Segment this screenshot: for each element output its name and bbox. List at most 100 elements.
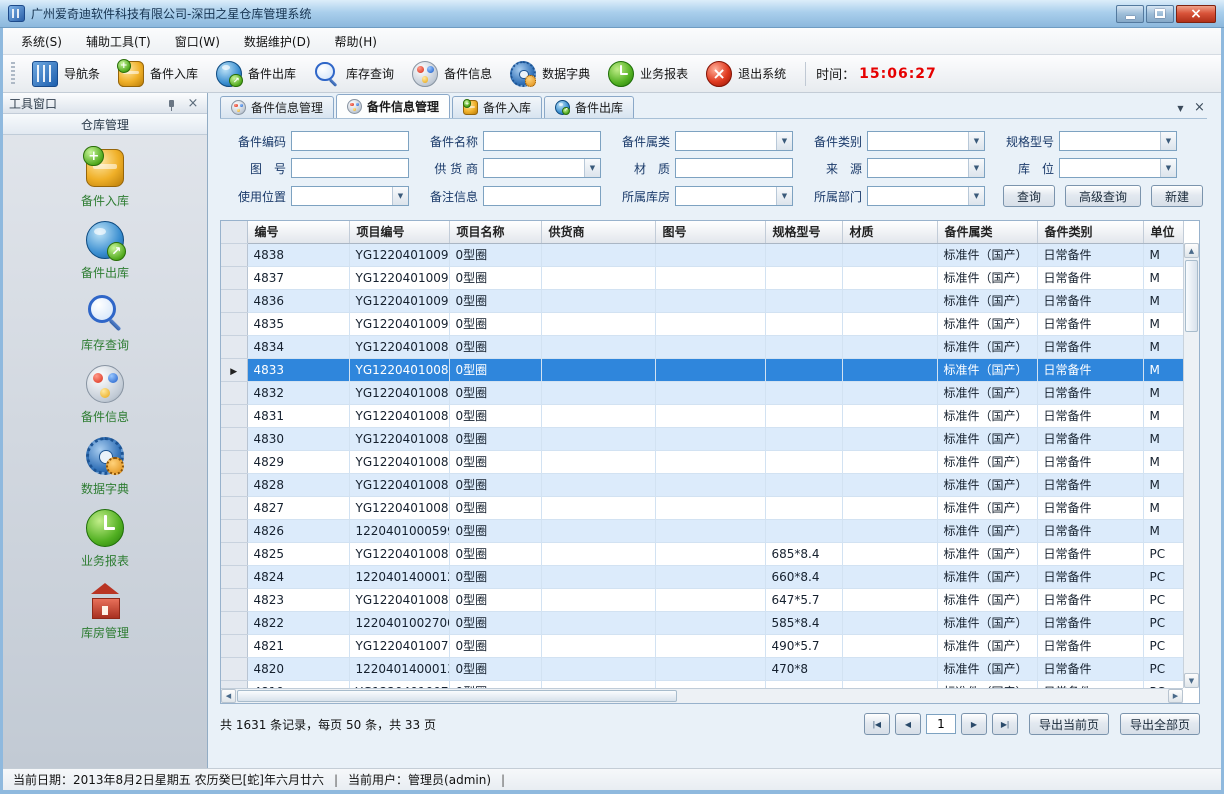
table-row[interactable]: 4819YG122040100780型圈标准件（国产）日常备件PC (221, 680, 1183, 688)
toolbar-parts-info-button[interactable]: 备件信息 (403, 58, 501, 90)
scroll-right-icon[interactable] (1168, 689, 1183, 703)
horizontal-scrollbar[interactable] (221, 688, 1183, 703)
warehouse-icon (86, 581, 124, 619)
table-row[interactable]: 4834YG122040100890型圈标准件（国产）日常备件M (221, 335, 1183, 358)
table-row[interactable]: 482012204014000130型圈470*8标准件（国产）日常备件PC (221, 657, 1183, 680)
minimize-button[interactable] (1116, 5, 1144, 23)
toolbar-navbar-button[interactable]: 导航条 (23, 58, 109, 90)
close-panel-icon[interactable] (185, 96, 201, 111)
supplier-select[interactable] (483, 158, 601, 178)
column-header-3[interactable]: 供货商 (541, 221, 655, 243)
toolbar-inventory-query-button[interactable]: 库存查询 (305, 58, 403, 90)
drawing-no-input[interactable] (291, 158, 409, 178)
column-header-6[interactable]: 材质 (842, 221, 937, 243)
table-row[interactable]: 482412204014000120型圈660*8.4标准件（国产）日常备件PC (221, 565, 1183, 588)
sidebar-item-report[interactable]: 业务报表 (3, 509, 207, 569)
sidebar-item-data-dict[interactable]: 数据字典 (3, 437, 207, 497)
table-row[interactable]: 4825YG122040100810型圈685*8.4标准件（国产）日常备件PC (221, 542, 1183, 565)
horizontal-scroll-thumb[interactable] (237, 690, 677, 702)
table-row[interactable]: 482612204010005990型圈标准件（国产）日常备件M (221, 519, 1183, 542)
scroll-up-icon[interactable] (1184, 243, 1199, 258)
tab-1[interactable]: 备件信息管理 (336, 94, 450, 118)
location-select[interactable] (1059, 158, 1177, 178)
column-header-4[interactable]: 图号 (655, 221, 765, 243)
menu-item-1[interactable]: 辅助工具(T) (74, 29, 163, 54)
export-all-pages-button[interactable]: 导出全部页 (1120, 713, 1200, 735)
vertical-scrollbar[interactable] (1183, 243, 1199, 688)
column-header-5[interactable]: 规格型号 (765, 221, 842, 243)
toolbar-data-dict-button[interactable]: 数据字典 (501, 58, 599, 90)
cell (655, 657, 765, 680)
first-page-button[interactable]: |◀ (864, 713, 890, 735)
export-current-page-button[interactable]: 导出当前页 (1029, 713, 1109, 735)
scroll-down-icon[interactable] (1184, 673, 1199, 688)
sidebar-item-parts-info[interactable]: 备件信息 (3, 365, 207, 425)
menu-item-2[interactable]: 窗口(W) (163, 29, 232, 54)
cell (765, 473, 842, 496)
table-row[interactable]: 4827YG122040100820型圈标准件（国产）日常备件M (221, 496, 1183, 519)
warehouse-select[interactable] (675, 186, 793, 206)
table-row[interactable]: 4828YG122040100830型圈标准件（国产）日常备件M (221, 473, 1183, 496)
usage-position-select[interactable] (291, 186, 409, 206)
part-category-select[interactable] (675, 131, 793, 151)
last-page-button[interactable]: ▶| (992, 713, 1018, 735)
sidebar-item-inventory-query[interactable]: 库存查询 (3, 293, 207, 353)
toolbar-grip[interactable] (11, 62, 15, 86)
tab-0[interactable]: 备件信息管理 (220, 96, 334, 118)
column-header-9[interactable]: 单位 (1143, 221, 1183, 243)
close-button[interactable] (1176, 5, 1216, 23)
close-tab-icon[interactable] (1192, 100, 1207, 114)
menu-item-0[interactable]: 系统(S) (9, 29, 74, 54)
table-row[interactable]: 4831YG122040100860型圈标准件（国产）日常备件M (221, 404, 1183, 427)
part-code-input[interactable] (291, 131, 409, 151)
toolbar-parts-out-button[interactable]: 备件出库 (207, 58, 305, 90)
table-row[interactable]: 4830YG122040100850型圈标准件（国产）日常备件M (221, 427, 1183, 450)
part-type-select[interactable] (867, 131, 985, 151)
maximize-button[interactable] (1146, 5, 1174, 23)
sidebar-item-parts-out[interactable]: 备件出库 (3, 221, 207, 281)
table-row[interactable]: 4829YG122040100840型圈标准件（国产）日常备件M (221, 450, 1183, 473)
vertical-scroll-thumb[interactable] (1185, 260, 1198, 332)
menu-item-3[interactable]: 数据维护(D) (232, 29, 323, 54)
table-row[interactable]: 4836YG122040100910型圈标准件（国产）日常备件M (221, 289, 1183, 312)
tab-2[interactable]: 备件入库 (452, 96, 542, 118)
department-select[interactable] (867, 186, 985, 206)
prev-page-button[interactable]: ◀ (895, 713, 921, 735)
tab-3[interactable]: 备件出库 (544, 96, 634, 118)
material-input[interactable] (675, 158, 793, 178)
column-header-2[interactable]: 项目名称 (449, 221, 541, 243)
table-row[interactable]: 4823YG122040100800型圈647*5.7标准件（国产）日常备件PC (221, 588, 1183, 611)
column-header-8[interactable]: 备件类别 (1037, 221, 1143, 243)
scroll-left-icon[interactable] (221, 689, 236, 703)
table-row[interactable]: 4838YG122040100930型圈标准件（国产）日常备件M (221, 243, 1183, 266)
spec-model-select[interactable] (1059, 131, 1177, 151)
table-row[interactable]: 4821YG122040100790型圈490*5.7标准件（国产）日常备件PC (221, 634, 1183, 657)
new-button[interactable]: 新建 (1151, 185, 1203, 207)
column-header-7[interactable]: 备件属类 (937, 221, 1037, 243)
toolbar-parts-in-button[interactable]: 备件入库 (109, 58, 207, 90)
sidebar-item-parts-in[interactable]: 备件入库 (3, 149, 207, 209)
cell (541, 312, 655, 335)
sidebar-item-warehouse[interactable]: 库房管理 (3, 581, 207, 641)
table-row[interactable]: 4832YG122040100870型圈标准件（国产）日常备件M (221, 381, 1183, 404)
table-row[interactable]: 482212204010027000型圈585*8.4标准件（国产）日常备件PC (221, 611, 1183, 634)
advanced-query-button[interactable]: 高级查询 (1065, 185, 1141, 207)
table-row[interactable]: 4837YG122040100920型圈标准件（国产）日常备件M (221, 266, 1183, 289)
titlebar[interactable]: 广州爱奇迪软件科技有限公司-深田之星仓库管理系统 (0, 0, 1224, 28)
toolbar-exit-button[interactable]: 退出系统 (697, 58, 795, 90)
menu-item-4[interactable]: 帮助(H) (323, 29, 389, 54)
table-row[interactable]: 4833YG122040100880型圈标准件（国产）日常备件M (221, 358, 1183, 381)
source-select[interactable] (867, 158, 985, 178)
part-name-input[interactable] (483, 131, 601, 151)
pin-icon[interactable] (163, 96, 179, 111)
page-number-input[interactable] (926, 714, 956, 734)
toolbar-report-button[interactable]: 业务报表 (599, 58, 697, 90)
remark-input[interactable] (483, 186, 601, 206)
tab-list-dropdown-icon[interactable] (1173, 100, 1188, 114)
next-page-button[interactable]: ▶ (961, 713, 987, 735)
table-row[interactable]: 4835YG122040100900型圈标准件（国产）日常备件M (221, 312, 1183, 335)
query-button[interactable]: 查询 (1003, 185, 1055, 207)
pager: 共 1631 条记录，每页 50 条，共 33 页 |◀ ◀ ▶ ▶| 导出当前… (220, 713, 1200, 735)
column-header-1[interactable]: 项目编号 (349, 221, 449, 243)
column-header-0[interactable]: 编号 (247, 221, 349, 243)
